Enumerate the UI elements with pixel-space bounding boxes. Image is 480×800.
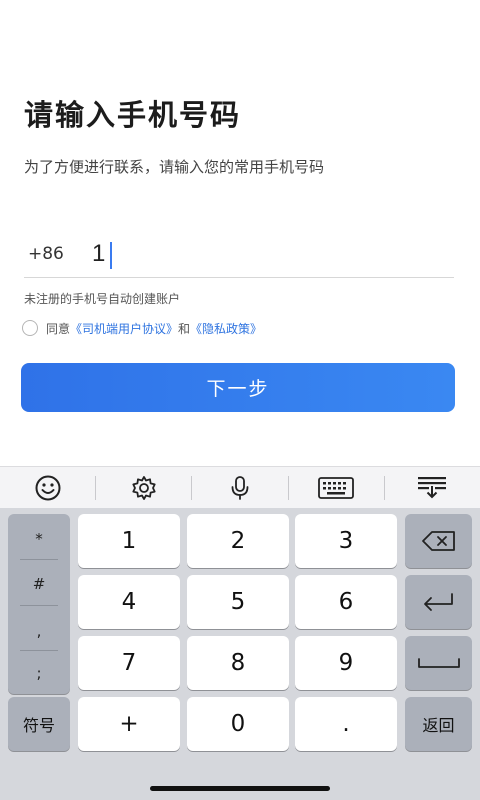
voice-input-button[interactable] — [192, 467, 287, 508]
plus-key[interactable]: + — [78, 697, 180, 751]
symbol-switch-key[interactable]: 符号 — [8, 697, 70, 751]
symbol-key[interactable]: ; — [8, 650, 70, 695]
agreement-conjunction: 和 — [178, 321, 191, 336]
backspace-icon — [421, 531, 455, 551]
agreement-prefix: 同意 — [46, 321, 71, 336]
microphone-icon — [231, 475, 249, 500]
keyboard-icon — [318, 476, 355, 499]
digit-key-0[interactable]: 0 — [187, 697, 289, 751]
space-key[interactable] — [405, 636, 472, 690]
symbol-key[interactable]: , — [8, 608, 70, 653]
return-key-label: 返回 — [422, 716, 455, 735]
backspace-key[interactable] — [405, 514, 472, 568]
numeric-keyboard: * # , ; 1 2 3 4 5 6 7 8 9 符号 + 0 . 返回 — [0, 508, 480, 800]
agreement-radio[interactable] — [22, 320, 38, 336]
keyboard-hide-icon — [418, 476, 447, 498]
digit-key-5[interactable]: 5 — [187, 575, 289, 629]
page-title: 请输入手机号码 — [24, 98, 242, 132]
enter-key[interactable] — [405, 575, 472, 629]
emoji-icon — [35, 475, 61, 500]
symbol-divider — [20, 559, 58, 560]
keyboard-switch-button[interactable] — [289, 467, 384, 508]
symbol-switch-label: 符号 — [22, 716, 55, 735]
symbol-divider — [20, 605, 58, 606]
enter-icon — [423, 593, 453, 611]
digit-key-1[interactable]: 1 — [78, 514, 180, 568]
keyboard-toolbar — [0, 466, 480, 508]
page-subtitle: 为了方便进行联系，请输入您的常用手机号码 — [24, 158, 325, 176]
space-icon — [417, 658, 460, 668]
privacy-policy-link[interactable]: 《隐私政策》 — [190, 320, 262, 337]
driver-agreement-link[interactable]: 《司机端用户协议》 — [70, 320, 178, 337]
country-code[interactable]: +86 — [28, 244, 64, 264]
digit-key-7[interactable]: 7 — [78, 636, 180, 690]
digit-key-6[interactable]: 6 — [295, 575, 397, 629]
agreement-row: 同意 《司机端用户协议》 和 《隐私政策》 — [22, 318, 262, 338]
next-step-button[interactable]: 下一步 — [21, 363, 455, 412]
symbol-key[interactable]: * — [8, 516, 70, 561]
return-key[interactable]: 返回 — [405, 697, 472, 751]
digit-key-9[interactable]: 9 — [295, 636, 397, 690]
settings-button[interactable] — [96, 467, 191, 508]
digit-key-2[interactable]: 2 — [187, 514, 289, 568]
digit-key-8[interactable]: 8 — [187, 636, 289, 690]
symbol-key[interactable]: # — [8, 561, 70, 606]
digit-key-3[interactable]: 3 — [295, 514, 397, 568]
hide-keyboard-button[interactable] — [385, 467, 480, 508]
phone-number-input[interactable] — [92, 234, 432, 274]
auto-register-hint: 未注册的手机号自动创建账户 — [24, 292, 181, 306]
dot-key[interactable]: . — [295, 697, 397, 751]
gear-icon — [132, 475, 156, 500]
digit-key-4[interactable]: 4 — [78, 575, 180, 629]
phone-input-row: +86 — [24, 230, 454, 278]
home-indicator[interactable] — [150, 786, 330, 791]
text-cursor — [110, 242, 112, 269]
emoji-button[interactable] — [0, 467, 95, 508]
symbol-column[interactable]: * # , ; — [8, 514, 70, 694]
